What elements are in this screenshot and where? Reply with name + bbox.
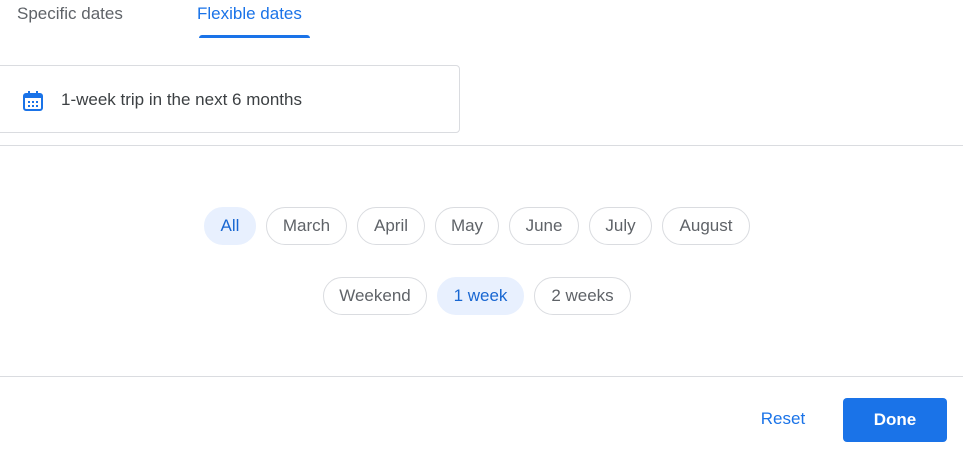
duration-chips: Weekend 1 week 2 weeks [323, 277, 631, 315]
chip-month-june[interactable]: June [509, 207, 579, 245]
trip-summary-field[interactable]: 1-week trip in the next 6 months [0, 65, 460, 133]
chip-month-all[interactable]: All [204, 207, 256, 245]
done-button[interactable]: Done [843, 398, 947, 442]
active-tab-indicator [199, 35, 310, 38]
chip-month-april[interactable]: April [357, 207, 425, 245]
trip-summary-text: 1-week trip in the next 6 months [61, 90, 302, 109]
tab-flexible-dates[interactable]: Flexible dates [197, 4, 302, 24]
reset-button[interactable]: Reset [742, 398, 824, 440]
chip-month-july[interactable]: July [589, 207, 652, 245]
chip-duration-weekend[interactable]: Weekend [323, 277, 427, 315]
calendar-icon [21, 89, 45, 113]
chip-month-august[interactable]: August [662, 207, 750, 245]
chip-month-may[interactable]: May [435, 207, 499, 245]
chip-month-march[interactable]: March [266, 207, 347, 245]
chip-duration-1-week[interactable]: 1 week [437, 277, 524, 315]
footer-divider [0, 376, 963, 377]
month-chips: All March April May June July August [204, 207, 750, 245]
top-divider [0, 145, 963, 146]
chip-duration-2-weeks[interactable]: 2 weeks [534, 277, 631, 315]
tab-specific-dates[interactable]: Specific dates [17, 4, 123, 24]
flexible-dates-panel: Specific dates Flexible dates 1-week tri… [0, 0, 963, 455]
